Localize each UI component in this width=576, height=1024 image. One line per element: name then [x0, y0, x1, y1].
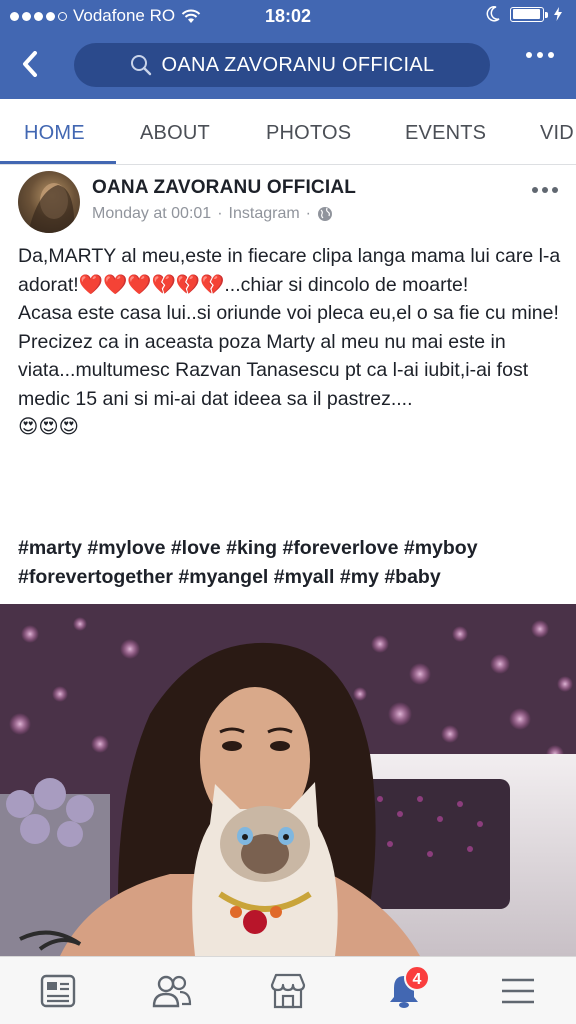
tab-home[interactable]: HOME: [24, 99, 85, 164]
bottom-tab-bar: 4: [0, 956, 576, 1024]
tab-photos[interactable]: PHOTOS: [266, 99, 351, 164]
search-icon: [130, 55, 151, 76]
post-header: OANA ZAVORANU OFFICIAL Monday at 00:01 ·…: [0, 165, 576, 235]
battery-icon: [510, 6, 548, 22]
charging-bolt-icon: [554, 7, 562, 21]
post-body: Da,MARTY al meu,este in fiecare clipa la…: [18, 242, 564, 442]
friends-button[interactable]: [152, 971, 192, 1011]
notifications-button[interactable]: 4: [384, 965, 430, 1011]
post-time[interactable]: Monday at 00:01: [92, 205, 211, 223]
back-button[interactable]: [14, 48, 46, 80]
post-photo[interactable]: [0, 604, 576, 956]
notifications-badge: 4: [404, 965, 430, 991]
meta-separator: ·: [217, 205, 223, 222]
tab-videos[interactable]: VID: [540, 99, 574, 164]
post-hashtags[interactable]: #marty #mylove #love #king #foreverlove …: [18, 534, 564, 591]
globe-icon: [318, 207, 332, 221]
news-feed-icon: [40, 974, 76, 1008]
post-line-3: Precizez ca in aceasta poza Marty al meu…: [18, 330, 529, 410]
post-author[interactable]: OANA ZAVORANU OFFICIAL: [92, 177, 356, 199]
avatar[interactable]: [18, 171, 80, 233]
tab-about[interactable]: ABOUT: [140, 99, 210, 164]
moon-icon: [486, 6, 500, 22]
post-line-1: Da,MARTY al meu,este in fiecare clipa la…: [18, 245, 561, 296]
post-options-button[interactable]: [532, 187, 558, 193]
marketplace-icon: [270, 973, 306, 1009]
search-bar[interactable]: OANA ZAVORANU OFFICIAL: [74, 43, 490, 87]
meta-separator-2: ·: [305, 205, 311, 222]
more-options-button[interactable]: [526, 52, 554, 58]
status-bar: Vodafone RO 18:02: [0, 0, 576, 32]
page-tabs: HOME ABOUT PHOTOS EVENTS VID: [0, 99, 576, 165]
nav-row: OANA ZAVORANU OFFICIAL: [0, 40, 576, 90]
tab-events[interactable]: EVENTS: [405, 99, 486, 164]
post-emoji-line: 😍😍😍: [18, 415, 79, 438]
menu-icon: [502, 978, 534, 1004]
post-meta: Monday at 00:01 · Instagram ·: [92, 205, 333, 223]
post-source: Instagram: [228, 205, 300, 222]
marketplace-button[interactable]: [268, 971, 308, 1011]
news-feed-button[interactable]: [38, 971, 78, 1011]
status-right: [486, 6, 562, 22]
top-header: Vodafone RO 18:02 OANA ZAVORANU OFFICIAL: [0, 0, 576, 99]
chevron-left-icon: [23, 51, 37, 77]
search-text: OANA ZAVORANU OFFICIAL: [161, 53, 435, 76]
friends-icon: [152, 975, 192, 1008]
menu-button[interactable]: [498, 971, 538, 1011]
post-line-2: Acasa este casa lui..si oriunde voi plec…: [18, 302, 559, 324]
